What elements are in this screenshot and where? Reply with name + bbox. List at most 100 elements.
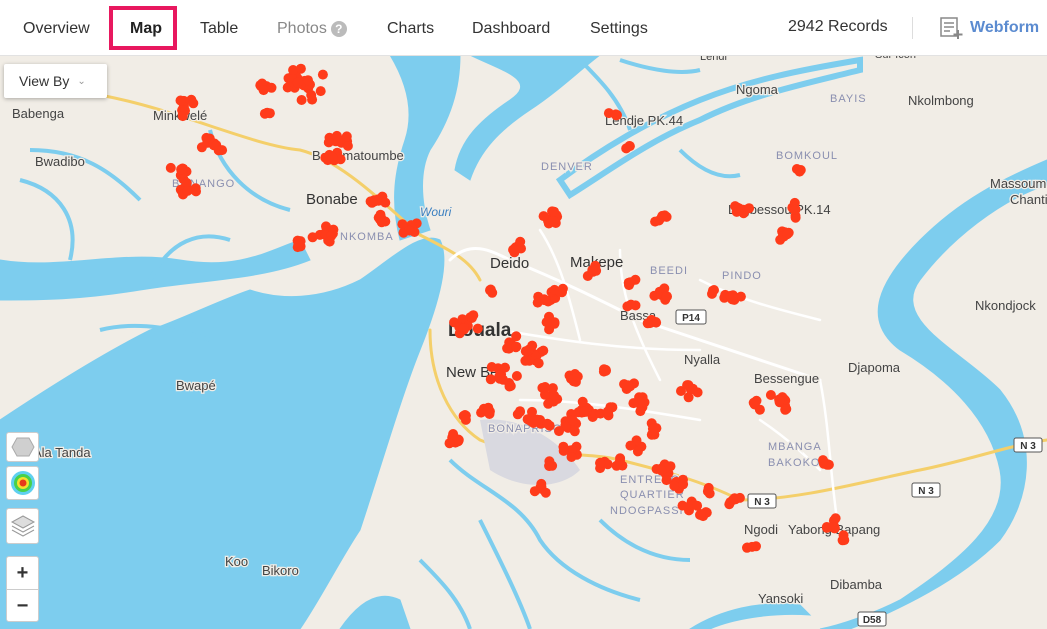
record-point[interactable] bbox=[175, 95, 186, 106]
record-point[interactable] bbox=[541, 317, 552, 328]
record-point[interactable] bbox=[548, 215, 559, 226]
record-point[interactable] bbox=[579, 406, 590, 417]
record-point[interactable] bbox=[540, 382, 551, 392]
record-point[interactable] bbox=[538, 345, 549, 356]
record-point[interactable] bbox=[371, 195, 382, 206]
record-point[interactable] bbox=[533, 358, 544, 369]
record-point[interactable] bbox=[404, 225, 415, 236]
record-point[interactable] bbox=[728, 290, 738, 301]
record-point[interactable] bbox=[795, 165, 806, 175]
record-point[interactable] bbox=[549, 390, 560, 401]
record-point[interactable] bbox=[621, 143, 632, 154]
record-point[interactable] bbox=[500, 362, 510, 373]
record-point[interactable] bbox=[520, 346, 531, 357]
record-point[interactable] bbox=[538, 211, 549, 222]
record-point[interactable] bbox=[661, 291, 672, 302]
record-point[interactable] bbox=[626, 299, 636, 310]
record-point[interactable] bbox=[511, 371, 522, 381]
record-point[interactable] bbox=[632, 446, 643, 457]
record-point[interactable] bbox=[830, 513, 841, 524]
record-point[interactable] bbox=[472, 323, 483, 334]
layers-button[interactable] bbox=[6, 508, 39, 544]
record-point[interactable] bbox=[595, 458, 606, 469]
tab-photos[interactable]: Photos? bbox=[277, 0, 347, 55]
record-point[interactable] bbox=[376, 217, 387, 228]
map-canvas[interactable]: P14N 3N 3N 3D58 BabengaMinkweléBwadiboBo… bbox=[0, 55, 1047, 629]
record-point[interactable] bbox=[444, 438, 455, 449]
record-point[interactable] bbox=[293, 239, 304, 250]
record-point[interactable] bbox=[566, 452, 577, 462]
record-point[interactable] bbox=[839, 535, 850, 546]
record-point[interactable] bbox=[656, 465, 667, 476]
record-point[interactable] bbox=[569, 426, 580, 437]
help-icon[interactable]: ? bbox=[330, 20, 347, 37]
record-point[interactable] bbox=[306, 90, 317, 100]
record-point[interactable] bbox=[504, 381, 515, 392]
record-point[interactable] bbox=[577, 396, 588, 407]
record-point[interactable] bbox=[751, 395, 762, 406]
zoom-out-button[interactable]: − bbox=[7, 589, 38, 622]
record-point[interactable] bbox=[587, 264, 598, 275]
record-point[interactable] bbox=[458, 323, 469, 334]
record-point[interactable] bbox=[327, 152, 338, 163]
record-point[interactable] bbox=[599, 364, 609, 375]
record-point[interactable] bbox=[567, 415, 578, 426]
tab-overview[interactable]: Overview bbox=[23, 0, 90, 55]
record-point[interactable] bbox=[625, 277, 636, 288]
record-point[interactable] bbox=[508, 244, 519, 255]
record-point[interactable] bbox=[611, 110, 622, 121]
record-point[interactable] bbox=[783, 227, 794, 238]
record-point[interactable] bbox=[649, 423, 660, 434]
record-point[interactable] bbox=[540, 487, 551, 498]
tab-charts[interactable]: Charts bbox=[387, 0, 434, 55]
hexbin-layer-button[interactable] bbox=[6, 432, 39, 462]
record-point[interactable] bbox=[558, 441, 569, 452]
record-point[interactable] bbox=[502, 343, 513, 354]
record-point[interactable] bbox=[774, 395, 785, 406]
record-point[interactable] bbox=[704, 488, 715, 499]
record-point[interactable] bbox=[317, 69, 328, 80]
record-point[interactable] bbox=[485, 374, 496, 385]
record-point[interactable] bbox=[602, 406, 613, 417]
tab-dashboard[interactable]: Dashboard bbox=[472, 0, 550, 55]
record-point[interactable] bbox=[264, 108, 275, 119]
record-point[interactable] bbox=[258, 85, 269, 96]
record-point[interactable] bbox=[292, 77, 303, 88]
record-point[interactable] bbox=[628, 398, 639, 409]
record-point[interactable] bbox=[622, 380, 633, 391]
record-point[interactable] bbox=[515, 236, 526, 247]
record-point[interactable] bbox=[511, 341, 522, 352]
record-point[interactable] bbox=[650, 216, 661, 227]
record-point[interactable] bbox=[677, 500, 688, 511]
record-point[interactable] bbox=[520, 355, 531, 366]
record-point[interactable] bbox=[315, 86, 326, 97]
zoom-in-button[interactable]: + bbox=[7, 557, 38, 589]
heatmap-layer-button[interactable] bbox=[6, 466, 39, 500]
record-point[interactable] bbox=[678, 479, 689, 490]
record-point[interactable] bbox=[288, 65, 299, 75]
record-point[interactable] bbox=[188, 98, 199, 109]
record-point[interactable] bbox=[527, 406, 537, 417]
webform-button[interactable]: Webform bbox=[940, 0, 1039, 55]
record-point[interactable] bbox=[324, 236, 335, 247]
record-point[interactable] bbox=[615, 455, 625, 466]
record-point[interactable] bbox=[331, 130, 342, 141]
record-point[interactable] bbox=[695, 509, 706, 519]
record-point[interactable] bbox=[177, 111, 188, 122]
record-point[interactable] bbox=[191, 186, 201, 197]
record-point[interactable] bbox=[549, 206, 560, 217]
record-point[interactable] bbox=[511, 331, 522, 342]
view-by-dropdown[interactable]: View By ⌄ bbox=[4, 64, 107, 98]
record-point[interactable] bbox=[544, 461, 555, 471]
record-point[interactable] bbox=[818, 455, 828, 466]
record-point[interactable] bbox=[790, 204, 800, 215]
record-point[interactable] bbox=[323, 137, 334, 148]
record-point[interactable] bbox=[165, 162, 176, 173]
record-point[interactable] bbox=[176, 164, 187, 175]
record-point[interactable] bbox=[486, 362, 497, 372]
record-point[interactable] bbox=[296, 95, 307, 105]
record-point[interactable] bbox=[554, 286, 565, 297]
record-point[interactable] bbox=[342, 140, 353, 151]
record-point[interactable] bbox=[635, 406, 646, 417]
record-point[interactable] bbox=[495, 373, 505, 383]
